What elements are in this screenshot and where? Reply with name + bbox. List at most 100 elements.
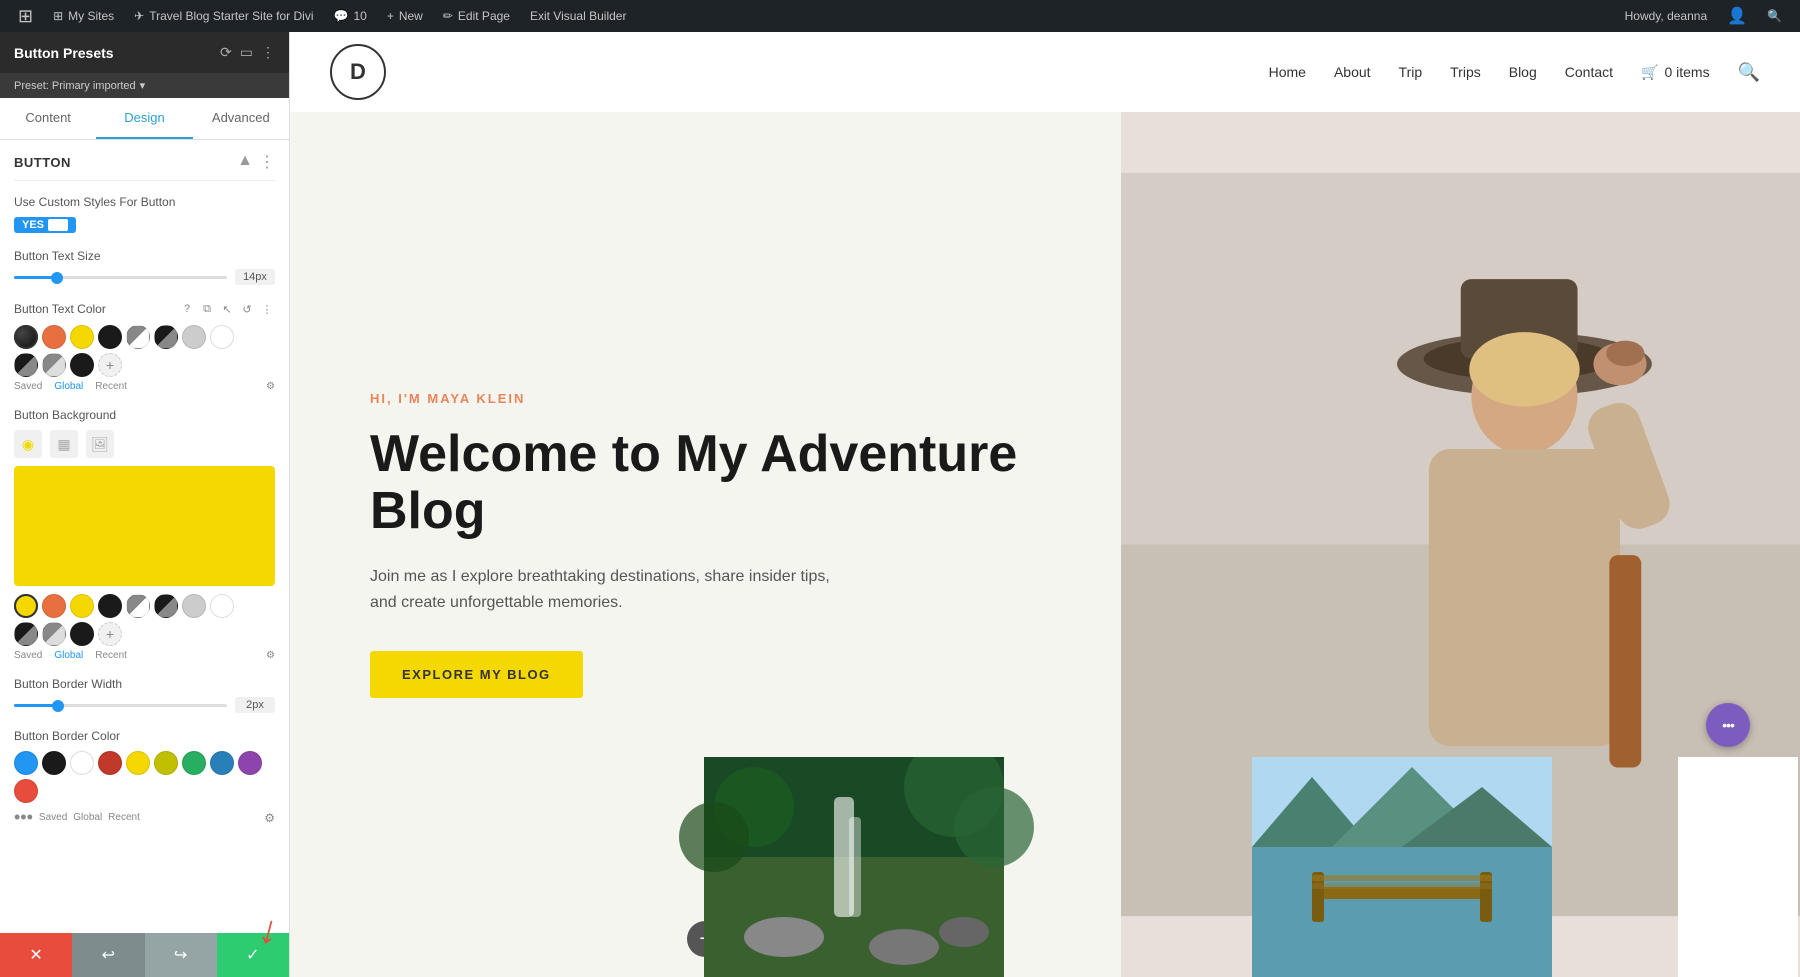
site-nav: D Home About Trip Trips Blog Contact 🛒 0… (290, 32, 1800, 112)
section-more-icon[interactable]: ⋮ (259, 152, 275, 172)
text-color-swatch-halftone[interactable] (126, 325, 150, 349)
pointer-icon[interactable]: ↖ (219, 301, 235, 317)
undo-button[interactable]: ↩ (72, 933, 144, 977)
text-color-add-swatch[interactable]: + (98, 353, 122, 377)
text-color-swatch-black[interactable] (98, 325, 122, 349)
border-more-icon[interactable]: ••• (14, 807, 33, 828)
save-button[interactable]: ✓ (217, 933, 289, 977)
edit-page-label: Edit Page (458, 9, 510, 23)
exit-builder-item[interactable]: Exit Visual Builder (520, 0, 637, 32)
border-swatch-pencil-red[interactable] (14, 779, 38, 803)
copy-icon[interactable]: ⧉ (199, 301, 215, 317)
bg-color-add-swatch[interactable]: + (98, 622, 122, 646)
nav-trips[interactable]: Trips (1450, 64, 1481, 80)
nav-home[interactable]: Home (1269, 64, 1306, 80)
bg-swatch-b2[interactable] (42, 622, 66, 646)
site-logo: D (330, 44, 386, 100)
text-color-global[interactable]: Global (54, 381, 83, 392)
reset-icon[interactable]: ↺ (239, 301, 255, 317)
help-icon[interactable]: ? (179, 301, 195, 317)
nav-blog[interactable]: Blog (1509, 64, 1537, 80)
sync-icon[interactable]: ⟳ (220, 44, 232, 61)
tab-advanced[interactable]: Advanced (193, 98, 289, 139)
nav-about[interactable]: About (1334, 64, 1371, 80)
border-settings-icon[interactable]: ⚙ (264, 811, 275, 825)
bg-color-header: Button Background (14, 408, 275, 422)
bg-swatch-b3[interactable] (70, 622, 94, 646)
bg-swatch-yellow2[interactable] (70, 594, 94, 618)
nav-trip[interactable]: Trip (1399, 64, 1423, 80)
text-color-header: Button Text Color ? ⧉ ↖ ↺ ⋮ (14, 301, 275, 317)
border-swatch-yellow[interactable] (126, 751, 150, 775)
border-global[interactable]: Global (73, 812, 102, 823)
border-swatch-purple[interactable] (238, 751, 262, 775)
bg-color-label: Button Background (14, 408, 116, 422)
nav-contact[interactable]: Contact (1565, 64, 1613, 80)
preset-dropdown-icon[interactable]: ▾ (140, 79, 146, 92)
more-icon[interactable]: ⋮ (259, 301, 275, 317)
more-options-icon[interactable]: ⋮ (261, 44, 275, 61)
tab-advanced-label: Advanced (212, 110, 270, 125)
bg-gradient-type[interactable]: ▦ (50, 430, 78, 458)
border-swatch-black[interactable] (42, 751, 66, 775)
text-color-settings-icon[interactable]: ⚙ (266, 381, 275, 392)
text-color-swatch-b3[interactable] (70, 353, 94, 377)
fab-button[interactable]: ••• (1706, 703, 1750, 747)
admin-search[interactable]: 🔍 (1757, 0, 1792, 32)
hero-cta-button[interactable]: EXPLORE MY BLOG (370, 651, 583, 698)
text-color-swatch-orange[interactable] (42, 325, 66, 349)
border-width-track[interactable] (14, 704, 227, 707)
bg-global[interactable]: Global (54, 650, 83, 661)
border-swatch-olive[interactable] (154, 751, 178, 775)
text-size-slider-control: 14px (14, 269, 275, 285)
text-color-swatch-b2[interactable] (42, 353, 66, 377)
new-item[interactable]: + New (377, 0, 433, 32)
text-size-slider-thumb[interactable] (51, 272, 63, 284)
collapse-icon[interactable]: ▭ (240, 44, 253, 61)
bg-swatch-halftone[interactable] (126, 594, 150, 618)
text-color-swatch-gray[interactable] (182, 325, 206, 349)
edit-page-item[interactable]: ✏ Edit Page (433, 0, 520, 32)
section-collapse-icon[interactable]: ▲ (237, 152, 253, 172)
border-swatch-white[interactable] (70, 751, 94, 775)
bg-swatch-gray[interactable] (182, 594, 206, 618)
travel-blog-item[interactable]: ✈ Travel Blog Starter Site for Divi (124, 0, 323, 32)
border-width-fill (14, 704, 57, 707)
nav-search[interactable]: 🔍 (1738, 62, 1760, 83)
cancel-button[interactable]: ✕ (0, 933, 72, 977)
tab-content[interactable]: Content (0, 98, 96, 139)
nav-cart[interactable]: 🛒 0 items (1641, 64, 1710, 81)
waterfall-svg (582, 757, 1126, 977)
bg-swatch-yellow-selected[interactable] (14, 594, 38, 618)
bg-swatch-white[interactable] (210, 594, 234, 618)
bg-image-type[interactable]: 🖼 (86, 430, 114, 458)
text-color-tools: ? ⧉ ↖ ↺ ⋮ (179, 301, 275, 317)
bg-swatch-b1[interactable] (14, 622, 38, 646)
custom-styles-toggle[interactable]: YES (14, 217, 76, 233)
bg-color-type[interactable]: ◉ (14, 430, 42, 458)
border-swatch-green[interactable] (182, 751, 206, 775)
bg-swatch-black[interactable] (98, 594, 122, 618)
border-swatch-blue[interactable] (210, 751, 234, 775)
bg-swatch-orange[interactable] (42, 594, 66, 618)
text-color-swatch-yellow[interactable] (70, 325, 94, 349)
border-width-thumb[interactable] (52, 700, 64, 712)
text-color-swatch-dark2[interactable] (154, 325, 178, 349)
redo-button[interactable]: ↪ (145, 933, 217, 977)
user-avatar[interactable]: 👤 (1717, 0, 1757, 32)
comments-item[interactable]: 💬 10 (324, 0, 377, 32)
border-swatch-red[interactable] (98, 751, 122, 775)
text-color-swatch-b1[interactable] (14, 353, 38, 377)
my-sites-item[interactable]: ⊞ My Sites (43, 0, 124, 32)
text-color-swatch-white[interactable] (210, 325, 234, 349)
tab-design[interactable]: Design (96, 98, 192, 139)
text-color-swatch-dark-selected[interactable] (14, 325, 38, 349)
bg-settings-icon[interactable]: ⚙ (266, 650, 275, 661)
border-swatch-pencil[interactable] (14, 751, 38, 775)
text-size-value: 14px (235, 269, 275, 285)
text-size-slider-track[interactable] (14, 276, 227, 279)
bg-color-preview[interactable] (14, 466, 275, 586)
wp-logo-item[interactable]: ⊞ (8, 0, 43, 32)
bg-swatch-dark2[interactable] (154, 594, 178, 618)
border-width-control: 2px (14, 697, 275, 713)
